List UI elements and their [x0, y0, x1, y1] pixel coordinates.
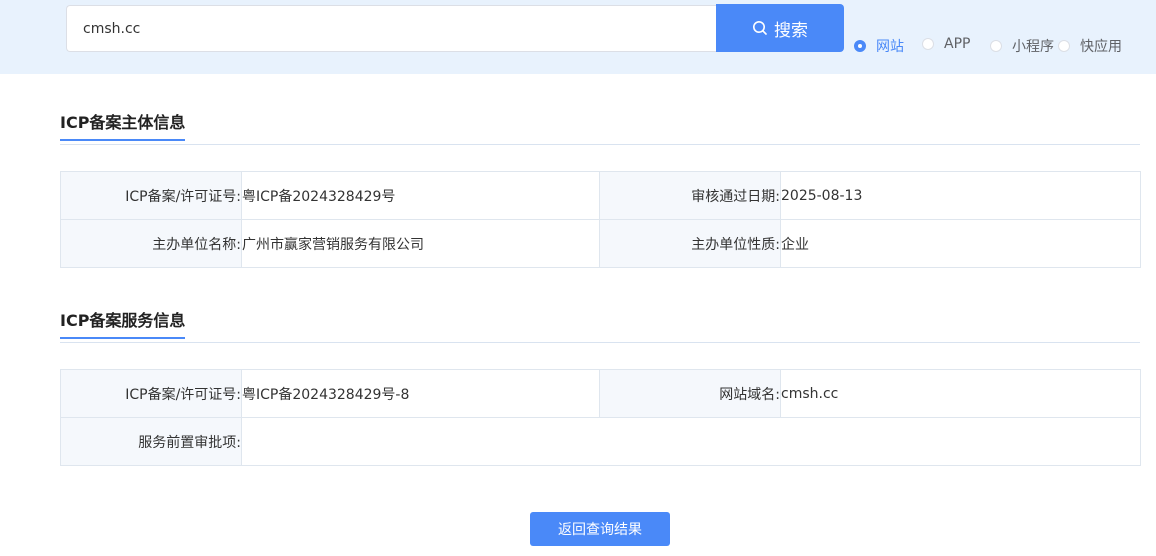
radio-mini-program[interactable]: 小程序: [990, 36, 1054, 56]
domain-value: cmsh.cc: [780, 369, 1141, 418]
org-type-key: 主办单位性质:: [599, 219, 781, 268]
search-button-label: 搜索: [774, 20, 808, 41]
service-license-key: ICP备案/许可证号:: [60, 369, 242, 418]
search-band: 搜索 网站 APP 小程序 快应用: [0, 0, 1156, 74]
table-row: 主办单位名称: 广州市赢家营销服务有限公司 主办单位性质: 企业: [60, 219, 1141, 268]
section-divider: [60, 342, 1140, 343]
pre-approval-key: 服务前置审批项:: [60, 417, 242, 466]
section-divider: [60, 144, 1140, 145]
pre-approval-value: [241, 417, 1141, 466]
radio-quick-app[interactable]: 快应用: [1058, 36, 1122, 56]
radio-app[interactable]: APP: [922, 36, 970, 52]
radio-dot-icon: [854, 40, 866, 52]
radio-dot-icon: [922, 38, 934, 50]
search-input[interactable]: [66, 5, 716, 52]
approve-date-key: 审核通过日期:: [599, 171, 781, 220]
org-name-key: 主办单位名称:: [60, 219, 242, 268]
license-key: ICP备案/许可证号:: [60, 171, 242, 220]
table-row: ICP备案/许可证号: 粤ICP备2024328429号-8 网站域名: cms…: [60, 369, 1141, 418]
domain-key: 网站域名:: [599, 369, 781, 418]
radio-website[interactable]: 网站: [854, 36, 904, 56]
search-button[interactable]: 搜索: [716, 4, 844, 52]
back-to-results-button[interactable]: 返回查询结果: [530, 512, 670, 546]
radio-dot-icon: [1058, 40, 1070, 52]
search-icon: [752, 20, 768, 36]
service-section-title: ICP备案服务信息: [60, 307, 186, 339]
service-license-value: 粤ICP备2024328429号-8: [241, 369, 600, 418]
license-value: 粤ICP备2024328429号: [241, 171, 600, 220]
approve-date-value: 2025-08-13: [780, 171, 1141, 220]
table-row: ICP备案/许可证号: 粤ICP备2024328429号 审核通过日期: 202…: [60, 171, 1141, 220]
subject-info-table: ICP备案/许可证号: 粤ICP备2024328429号 审核通过日期: 202…: [60, 171, 1141, 268]
org-type-value: 企业: [780, 219, 1141, 268]
subject-section-title: ICP备案主体信息: [60, 109, 186, 141]
table-row: 服务前置审批项:: [60, 417, 1141, 466]
service-info-table: ICP备案/许可证号: 粤ICP备2024328429号-8 网站域名: cms…: [60, 369, 1141, 466]
radio-dot-icon: [990, 40, 1002, 52]
org-name-value: 广州市赢家营销服务有限公司: [241, 219, 600, 268]
